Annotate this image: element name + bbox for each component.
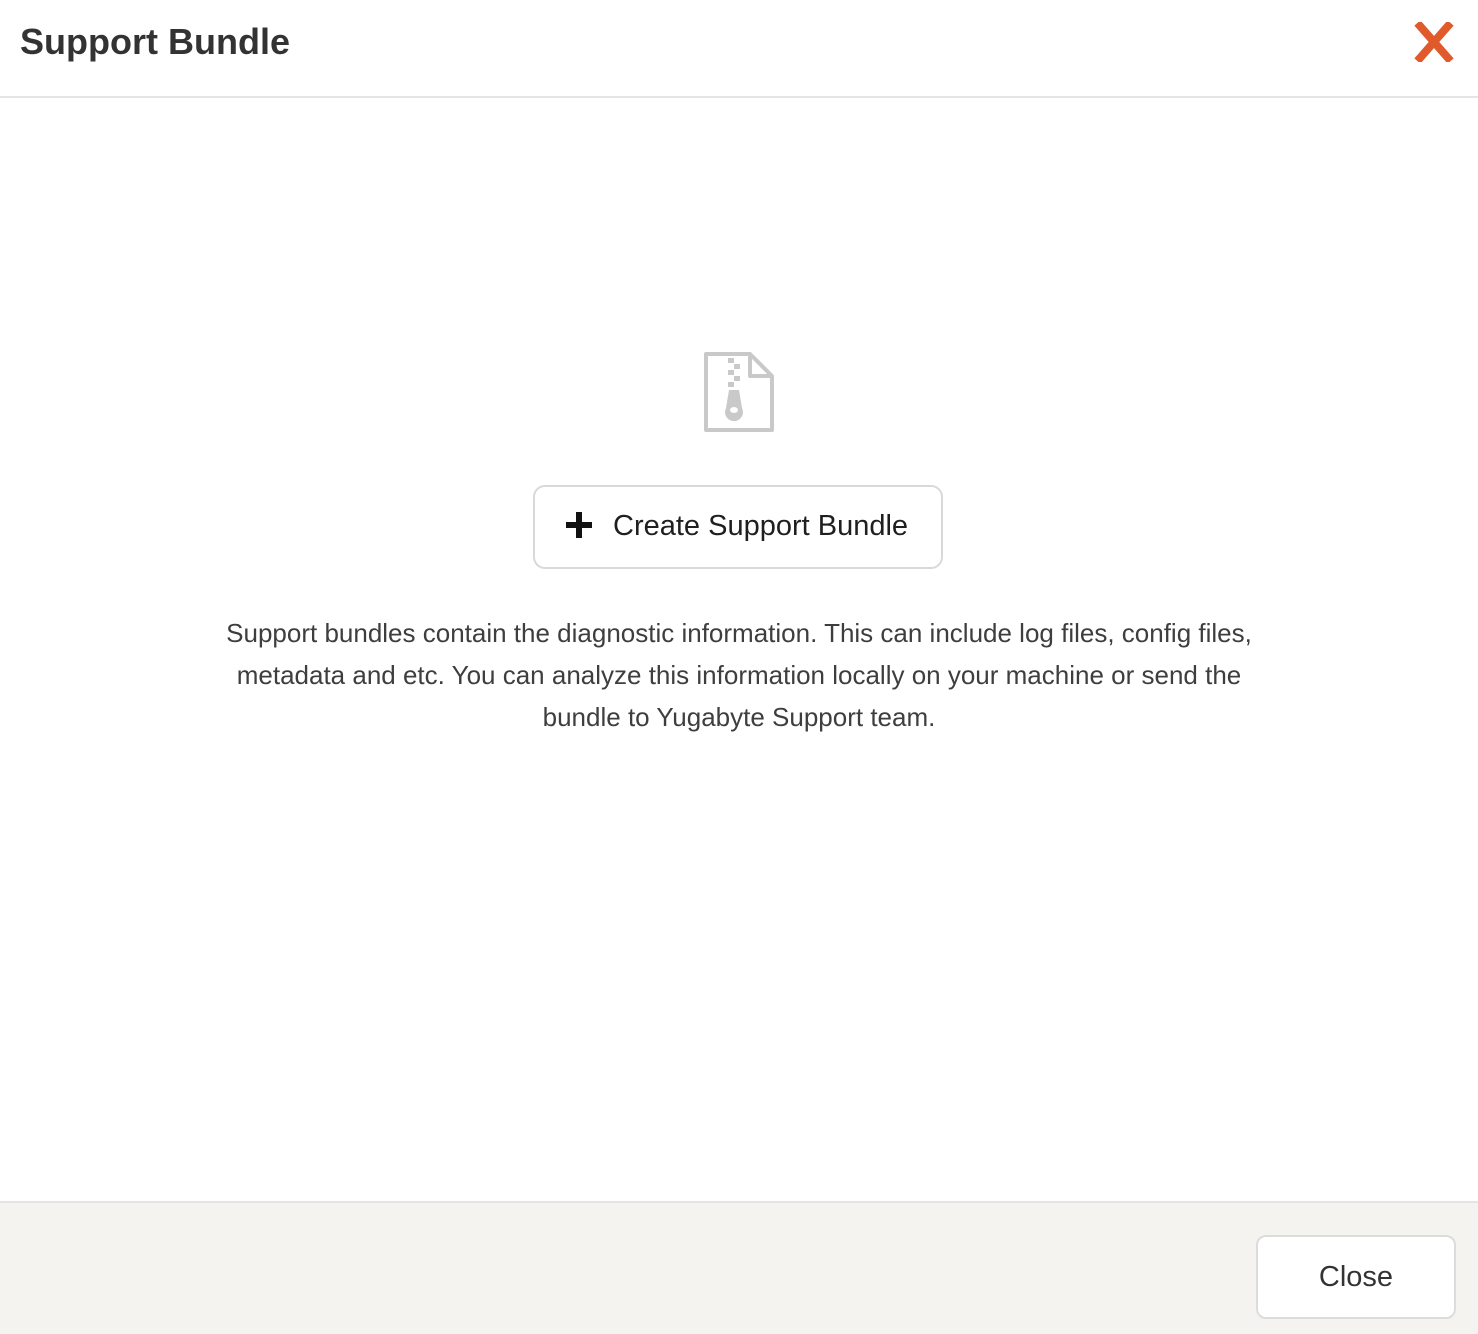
modal-title: Support Bundle bbox=[20, 21, 290, 62]
create-support-bundle-label: Create Support Bundle bbox=[613, 510, 909, 542]
plus-icon bbox=[565, 511, 593, 539]
empty-state-description: Support bundles contain the diagnostic i… bbox=[226, 618, 1252, 732]
zip-file-icon bbox=[700, 350, 776, 434]
create-support-bundle-button[interactable]: Create Support Bundle bbox=[533, 485, 943, 569]
modal-footer: Close bbox=[0, 1201, 1478, 1334]
modal-body: Create Support Bundle Support bundles co… bbox=[0, 98, 1478, 1201]
close-button[interactable]: Close bbox=[1256, 1235, 1456, 1319]
support-bundle-modal: Support Bundle Create Support Bundle Sup… bbox=[0, 0, 1478, 1334]
close-icon[interactable] bbox=[1412, 20, 1456, 64]
modal-header: Support Bundle bbox=[0, 0, 1478, 98]
